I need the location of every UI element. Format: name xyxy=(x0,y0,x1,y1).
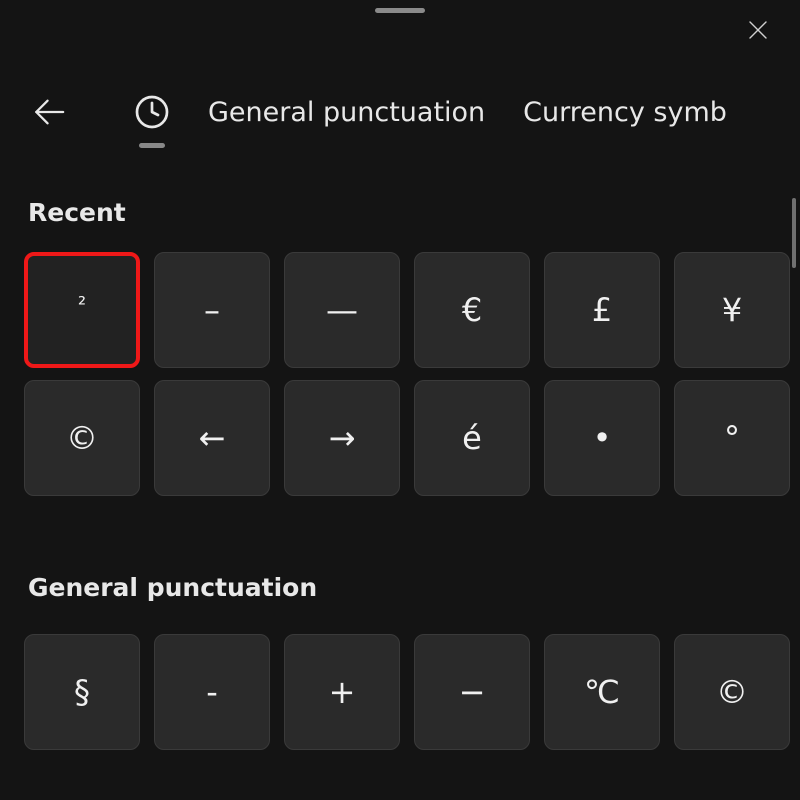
symbol-key-left-arrow[interactable]: ← xyxy=(154,380,270,496)
symbol-key-hyphen[interactable]: - xyxy=(154,634,270,750)
symbol-key-em-dash[interactable]: — xyxy=(284,252,400,368)
degree-celsius-glyph: ℃ xyxy=(584,676,620,708)
symbol-key-degree-sign[interactable]: ° xyxy=(674,380,790,496)
tab-recent[interactable] xyxy=(134,94,170,130)
symbol-key-degree-celsius[interactable]: ℃ xyxy=(544,634,660,750)
e-acute-glyph: é xyxy=(462,422,482,454)
pound-sign-glyph: £ xyxy=(592,294,612,326)
general-symbol-grid-row1: § - + − ℃ © xyxy=(24,634,800,750)
em-dash-glyph: — xyxy=(326,294,358,326)
symbol-key-copyright-sign[interactable]: © xyxy=(674,634,790,750)
plus-sign-glyph: + xyxy=(329,676,356,708)
recent-symbol-grid-row2: © ← → é • ° xyxy=(24,380,800,496)
section-heading-general: General punctuation xyxy=(28,573,317,602)
symbol-key-euro-sign[interactable]: € xyxy=(414,252,530,368)
symbol-key-superscript-two[interactable]: ² xyxy=(24,252,140,368)
bullet-glyph: • xyxy=(593,422,612,454)
tab-currency-symbols[interactable]: Currency symb xyxy=(523,97,727,128)
close-button[interactable] xyxy=(746,18,770,42)
symbol-key-bullet[interactable]: • xyxy=(544,380,660,496)
euro-sign-glyph: € xyxy=(462,294,482,326)
superscript-two-glyph: ² xyxy=(78,294,86,314)
copyright-sign-glyph: © xyxy=(66,422,98,454)
yen-sign-glyph: ¥ xyxy=(722,294,742,326)
drag-handle[interactable] xyxy=(375,8,425,13)
section-sign-glyph: § xyxy=(74,676,90,708)
symbol-key-en-dash[interactable]: – xyxy=(154,252,270,368)
copyright-sign-glyph: © xyxy=(716,676,748,708)
symbol-key-yen-sign[interactable]: ¥ xyxy=(674,252,790,368)
hyphen-glyph: - xyxy=(206,676,218,708)
section-heading-recent: Recent xyxy=(28,198,126,227)
recent-symbol-grid-row1: ² – — € £ ¥ xyxy=(24,252,800,368)
en-dash-glyph: – xyxy=(204,294,220,326)
symbol-key-minus-sign[interactable]: − xyxy=(414,634,530,750)
symbol-key-right-arrow[interactable]: → xyxy=(284,380,400,496)
left-arrow-glyph: ← xyxy=(199,422,226,454)
degree-sign-glyph: ° xyxy=(724,422,740,454)
symbol-key-e-acute[interactable]: é xyxy=(414,380,530,496)
symbol-key-section-sign[interactable]: § xyxy=(24,634,140,750)
back-button[interactable] xyxy=(32,95,66,129)
symbol-key-pound-sign[interactable]: £ xyxy=(544,252,660,368)
category-tab-bar: General punctuation Currency symb xyxy=(32,88,800,136)
minus-sign-glyph: − xyxy=(459,676,486,708)
active-tab-indicator xyxy=(139,143,165,148)
symbol-key-plus-sign[interactable]: + xyxy=(284,634,400,750)
right-arrow-glyph: → xyxy=(329,422,356,454)
symbol-key-copyright-sign[interactable]: © xyxy=(24,380,140,496)
tab-general-punctuation[interactable]: General punctuation xyxy=(208,97,485,128)
